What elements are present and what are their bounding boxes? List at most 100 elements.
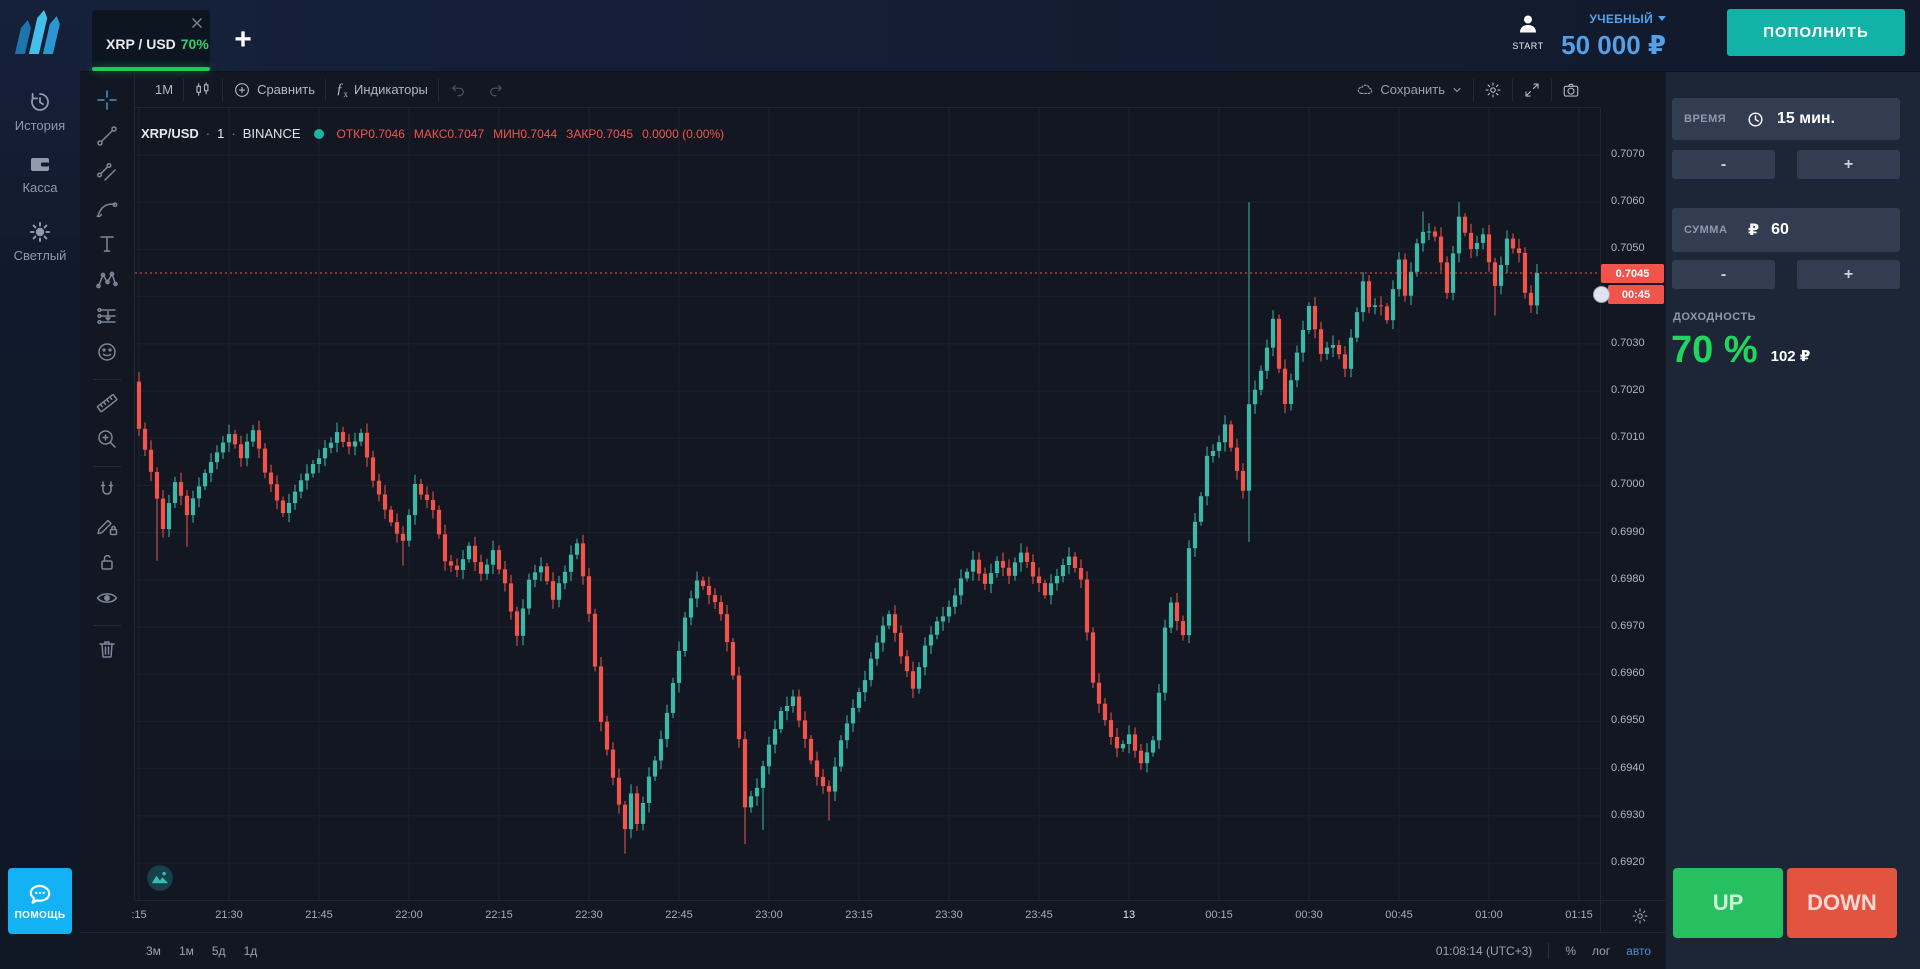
sidebar-item-history[interactable]: История [0,90,80,133]
candle-body [1109,720,1113,737]
candle-body [653,761,657,777]
chevron-down-icon [1658,16,1666,21]
time-plus-button[interactable]: + [1797,150,1900,179]
sidebar-item-light-theme[interactable]: Светлый [0,220,80,263]
eye-tool[interactable] [93,586,121,614]
app-logo[interactable] [10,6,68,62]
candle-body [1235,448,1239,471]
range-button-1d[interactable]: 1д [244,944,258,958]
candle-body [755,788,759,796]
deposit-button[interactable]: ПОПОЛНИТЬ [1727,9,1905,56]
candle-body [503,569,507,583]
candle-body [497,550,501,569]
candle-body [1271,319,1275,348]
snapshot-button[interactable] [1552,72,1590,108]
indicators-button[interactable]: ƒx Индикаторы [326,72,438,108]
fullscreen-button[interactable] [1513,72,1551,108]
ruler-tool[interactable] [93,391,121,419]
chart-logo-badge[interactable] [146,864,174,892]
candle-body [275,484,279,500]
amount-minus-button[interactable]: - [1672,260,1775,289]
lock-tool[interactable] [93,550,121,578]
account-switcher[interactable]: УЧЕБНЫЙ 50 000 ₽ [1556,10,1666,61]
range-button-1m[interactable]: 1м [179,944,194,958]
candle-body [1217,442,1221,451]
candle-body [941,616,945,621]
candle-body [1313,306,1317,329]
sidebar-item-cashier[interactable]: Касса [0,152,80,195]
candle-body [173,482,177,503]
close-icon[interactable] [190,16,204,30]
down-button[interactable]: DOWN [1787,868,1897,938]
candle-body [1397,260,1401,290]
candle-body [1001,561,1005,568]
candle-body [1061,565,1065,576]
help-button[interactable]: ПОМОЩЬ [8,868,72,934]
candle-body [1253,390,1257,404]
candle-body [317,458,321,464]
auto-scale-button[interactable]: авто [1626,944,1651,958]
draw-lock-tool[interactable] [93,514,121,542]
chart-plot[interactable] [135,108,1600,900]
amount-plus-button[interactable]: + [1797,260,1900,289]
candle-body [407,515,411,541]
range-button-5d[interactable]: 5д [212,944,226,958]
candle-body [1079,568,1083,580]
time-field[interactable]: ВРЕМЯ 15 мин. [1672,98,1900,140]
tab-xrp-usd[interactable]: XRP / USD70% [92,10,210,71]
time-minus-button[interactable]: - [1672,150,1775,179]
candle-body [245,442,249,459]
person-icon [1516,12,1540,36]
chart-legend[interactable]: XRP/USD · 1 · BINANCE ОТКР0.7046 МАКС0.7… [141,126,724,141]
save-layout-button[interactable]: Сохранить [1346,72,1473,108]
user-menu-button[interactable]: START [1506,12,1550,60]
compare-button[interactable]: Сравнить [223,72,325,108]
magnet-tool[interactable] [93,478,121,506]
payout-row: 70 % 102 ₽ [1671,330,1810,370]
trash-tool[interactable] [93,637,121,665]
undo-button[interactable] [439,72,477,108]
redo-button[interactable] [477,72,515,108]
forecast-tool[interactable] [93,304,121,332]
candle-body [515,611,519,635]
interval-button[interactable]: 1М [145,72,183,108]
candle-body [1475,243,1479,249]
candle-body [1283,369,1287,404]
chart-settings-button[interactable] [1474,72,1512,108]
price-tick: 0.6950 [1611,714,1645,726]
candle-body [995,561,999,573]
axis-settings-gear-icon[interactable] [1631,907,1649,925]
range-button-3m[interactable]: 3м [146,944,161,958]
log-scale-button[interactable]: лог [1592,944,1610,958]
brush-tool[interactable] [93,196,121,224]
price-axis[interactable]: 0.70700.70600.70500.70400.70300.70200.70… [1600,108,1665,900]
time-axis[interactable]: :1521:3021:4522:0022:1522:3022:4523:0023… [135,900,1600,932]
up-button[interactable]: UP [1673,868,1783,938]
add-tab-button[interactable]: + [228,26,258,56]
trend-line-tool[interactable] [93,124,121,152]
amount-field[interactable]: СУММА ₽ 60 [1672,208,1900,252]
candle-body [485,565,489,574]
candle-body [1367,281,1371,307]
candle-body [1073,557,1077,568]
current-price-tag: 0.7045 [1601,264,1664,283]
candle-body [521,609,525,636]
wallet-icon [28,152,52,176]
crosshair-tool[interactable] [93,88,121,116]
candle-body [1007,568,1011,576]
candle-body [839,740,843,766]
emoji-tool[interactable] [93,340,121,368]
zoom-in-tool[interactable] [93,427,121,455]
candle-body [563,572,567,583]
percent-scale-button[interactable]: % [1565,944,1576,958]
clock-utc[interactable]: 01:08:14 (UTC+3) [1436,944,1532,958]
chart-type-button[interactable] [184,72,222,108]
xabcd-pattern-tool[interactable] [93,268,121,296]
plus-circle-icon [233,81,251,99]
channel-tool[interactable] [93,160,121,188]
candle-body [1415,243,1419,271]
text-tool-tool[interactable] [93,232,121,260]
candle-body [1319,329,1323,354]
candle-body [179,482,183,496]
candle-body [971,560,975,572]
